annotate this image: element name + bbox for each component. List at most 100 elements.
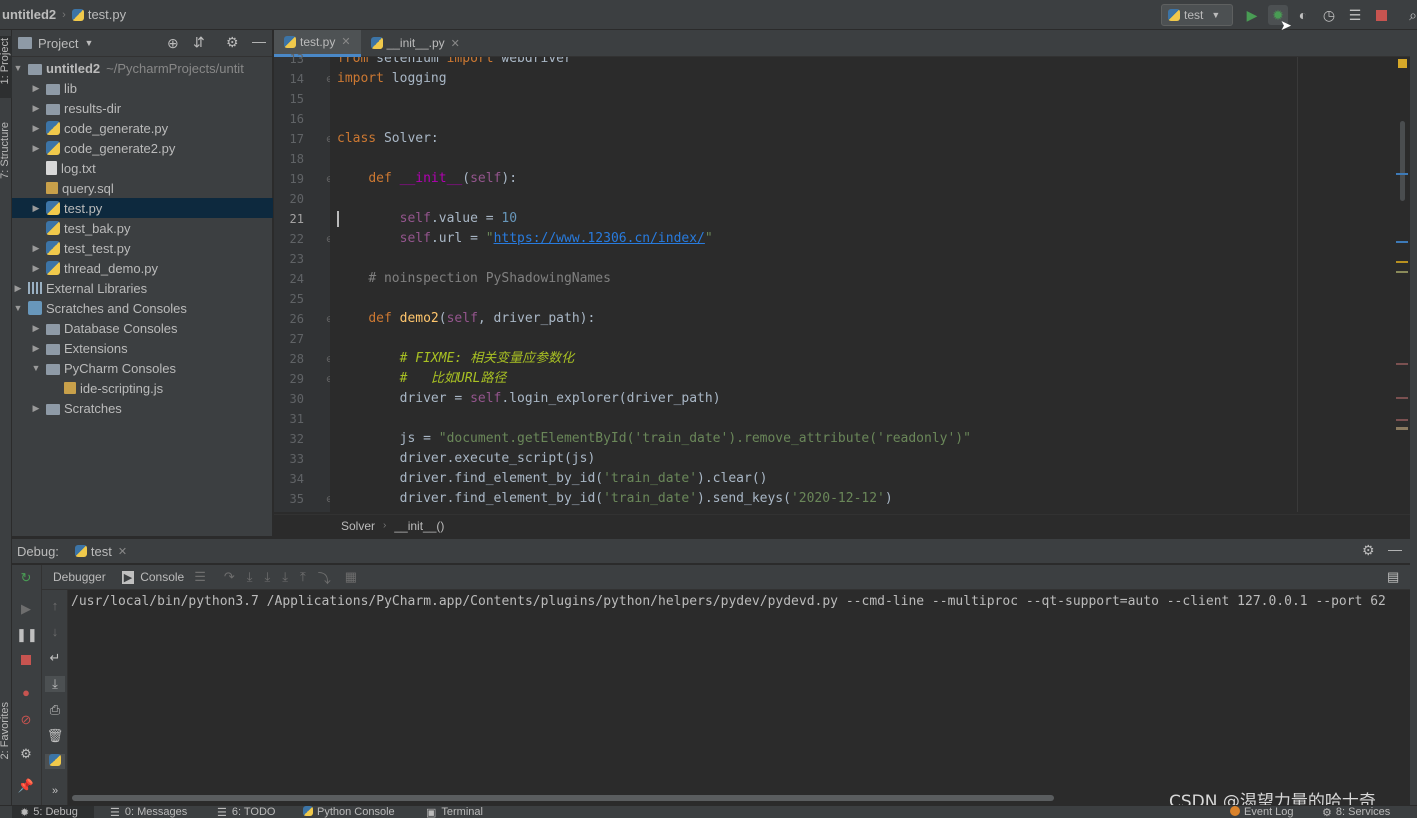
editor-scrollbar[interactable]: [1396, 57, 1410, 512]
run-to-cursor-icon[interactable]: ⤵: [318, 568, 331, 587]
chevron-right-icon[interactable]: ▶: [30, 323, 42, 334]
step-over-icon[interactable]: ↷: [224, 569, 235, 585]
chevron-down-icon[interactable]: ▼: [12, 63, 24, 73]
tree-item-lib[interactable]: ▶ lib: [12, 78, 273, 98]
tree-item-extensions[interactable]: ▶ Extensions: [12, 338, 273, 358]
evaluate-expression-icon[interactable]: ▦: [345, 569, 357, 585]
debug-console[interactable]: /usr/local/bin/python3.7 /Applications/P…: [68, 590, 1410, 805]
close-icon[interactable]: ✕: [451, 37, 460, 50]
up-arrow-icon[interactable]: ↑: [45, 598, 65, 613]
chevron-down-icon[interactable]: ▼: [30, 363, 42, 373]
trash-icon[interactable]: 🗑: [45, 728, 65, 744]
down-arrow-icon[interactable]: ↓: [45, 624, 65, 639]
step-into-icon[interactable]: ⤓: [247, 569, 253, 585]
tree-item-code-generate[interactable]: ▶ code_generate.py: [12, 118, 273, 138]
chevron-right-icon[interactable]: ▶: [30, 123, 42, 134]
view-breakpoints-icon[interactable]: ●: [16, 685, 36, 700]
tree-item-external-libraries[interactable]: ▶ External Libraries: [12, 278, 273, 298]
pin-icon[interactable]: 📌: [16, 778, 36, 794]
breadcrumb-class[interactable]: Solver: [341, 519, 375, 533]
step-out-icon[interactable]: ⤒: [300, 569, 306, 585]
print-icon[interactable]: ⎙: [45, 702, 65, 718]
tab-init-py[interactable]: __init__.py ✕: [361, 30, 470, 57]
tree-root[interactable]: ▼ untitled2 ~/PycharmProjects/untit: [12, 58, 273, 78]
favorites-tool-button[interactable]: 2: Favorites: [0, 702, 11, 759]
rerun-icon[interactable]: ↻: [16, 570, 36, 586]
tree-item-results-dir[interactable]: ▶ results-dir: [12, 98, 273, 118]
chevron-down-icon[interactable]: ▼: [84, 38, 93, 48]
chevron-right-icon[interactable]: ▶: [30, 243, 42, 254]
more-icon[interactable]: »: [45, 785, 65, 797]
tree-item-pycharm-consoles[interactable]: ▼ PyCharm Consoles: [12, 358, 273, 378]
tree-item-scratches-and-consoles[interactable]: ▼ Scratches and Consoles: [12, 298, 273, 318]
stop-icon[interactable]: [16, 653, 36, 668]
tool-tab-debug[interactable]: ✹ 5: Debug: [12, 806, 94, 818]
gear-icon[interactable]: ⚙: [226, 34, 239, 51]
collapse-all-icon[interactable]: ⇵: [193, 34, 205, 51]
resume-icon[interactable]: ▶: [16, 601, 36, 617]
tool-tab-todo[interactable]: ☰ 6: TODO: [217, 806, 275, 818]
stop-button[interactable]: [1371, 5, 1391, 25]
tree-item-database-consoles[interactable]: ▶ Database Consoles: [12, 318, 273, 338]
services-button[interactable]: ⚙ 8: Services: [1322, 806, 1390, 818]
locate-icon[interactable]: ⊕: [167, 35, 179, 52]
tree-item-test-bak[interactable]: test_bak.py: [12, 218, 273, 238]
step-into-my-code-icon[interactable]: ⤓: [265, 569, 271, 585]
tree-item-query-sql[interactable]: query.sql: [12, 178, 273, 198]
tool-tab-terminal[interactable]: ▣ Terminal: [426, 806, 483, 818]
debug-session-tab[interactable]: test: [91, 544, 112, 559]
hide-panel-icon[interactable]: —: [1388, 541, 1402, 557]
line-number: 28: [289, 352, 304, 366]
project-tool-button[interactable]: 1: Project: [0, 38, 11, 84]
chevron-right-icon[interactable]: ▶: [30, 343, 42, 354]
force-step-into-icon[interactable]: ⤓: [282, 569, 288, 585]
event-log-button[interactable]: Event Log: [1230, 806, 1294, 818]
tool-tab-messages[interactable]: ☰ 0: Messages: [110, 806, 187, 818]
threads-icon[interactable]: ☰: [194, 569, 206, 585]
chevron-down-icon[interactable]: ▼: [12, 303, 24, 313]
chevron-right-icon[interactable]: ▶: [30, 143, 42, 154]
hide-panel-icon[interactable]: —: [252, 33, 266, 49]
chevron-right-icon[interactable]: ▶: [30, 103, 42, 114]
code-editor[interactable]: from selenium import webdriver import lo…: [330, 57, 1396, 512]
breadcrumb-method[interactable]: __init__(): [394, 519, 444, 533]
breadcrumb-file[interactable]: test.py: [88, 7, 126, 22]
mute-breakpoints-icon[interactable]: ⊘: [16, 712, 36, 728]
gear-icon[interactable]: ⚙: [1362, 542, 1375, 559]
scrollbar-thumb[interactable]: [1400, 121, 1405, 201]
project-panel-title[interactable]: Project: [38, 36, 78, 51]
tab-debugger[interactable]: Debugger: [53, 570, 106, 584]
scroll-to-end-icon[interactable]: ⤓: [45, 676, 65, 692]
breadcrumb-project[interactable]: untitled2: [2, 7, 56, 22]
tree-item-ide-scripting[interactable]: ide-scripting.js: [12, 378, 273, 398]
close-icon[interactable]: ✕: [341, 35, 350, 48]
structure-tool-button[interactable]: 7: Structure: [0, 122, 11, 179]
warning-indicator-icon[interactable]: [1398, 59, 1407, 68]
chevron-right-icon[interactable]: ▶: [12, 283, 24, 294]
chevron-right-icon[interactable]: ▶: [30, 403, 42, 414]
console-horizontal-scrollbar[interactable]: [72, 795, 1054, 801]
soft-wrap-icon[interactable]: ↵: [45, 650, 65, 666]
chevron-right-icon[interactable]: ▶: [30, 83, 42, 94]
pause-icon[interactable]: ❚❚: [16, 627, 38, 643]
tree-item-thread-demo[interactable]: ▶ thread_demo.py: [12, 258, 273, 278]
run-config-select[interactable]: test ▼: [1161, 4, 1233, 26]
close-icon[interactable]: ✕: [118, 545, 127, 558]
tab-console[interactable]: Console: [140, 570, 184, 584]
tree-item-scratches[interactable]: ▶ Scratches: [12, 398, 273, 418]
search-icon[interactable]: ⌕: [1403, 5, 1417, 25]
chevron-right-icon[interactable]: ▶: [30, 203, 42, 214]
tree-item-test-py[interactable]: ▶ test.py: [12, 198, 273, 218]
tree-item-code-generate2[interactable]: ▶ code_generate2.py: [12, 138, 273, 158]
python-console-icon[interactable]: [45, 754, 65, 769]
profile-button[interactable]: ◷: [1319, 5, 1339, 25]
build-icon[interactable]: ☰: [1345, 5, 1365, 25]
run-button[interactable]: ▶: [1242, 5, 1262, 25]
tool-tab-python-console[interactable]: Python Console: [303, 806, 395, 818]
chevron-right-icon[interactable]: ▶: [30, 263, 42, 274]
layout-icon[interactable]: ▤: [1387, 569, 1399, 585]
gear-icon[interactable]: ⚙: [16, 746, 36, 762]
coverage-button[interactable]: ◐: [1293, 5, 1313, 25]
tree-item-log-txt[interactable]: log.txt: [12, 158, 273, 178]
tree-item-test-test[interactable]: ▶ test_test.py: [12, 238, 273, 258]
